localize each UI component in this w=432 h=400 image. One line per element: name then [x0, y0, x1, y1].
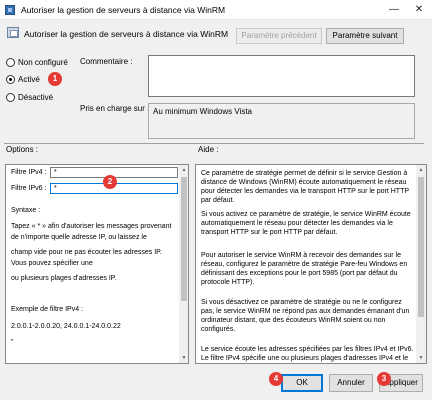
radio-enabled-label: Activé — [18, 75, 40, 84]
annotation-badge-3: 3 — [377, 372, 391, 386]
comment-label: Commentaire : — [80, 57, 133, 66]
help-paragraph: Ce paramètre de stratégie permet de défi… — [201, 170, 409, 204]
setting-title: Autoriser la gestion de serveurs à dista… — [24, 29, 229, 39]
minimize-button[interactable]: — — [382, 0, 406, 20]
scroll-up-icon[interactable]: ▲ — [416, 165, 426, 175]
help-paragraph: Si vous activez ce paramètre de stratégi… — [201, 211, 411, 236]
ipv6-filter-label: Filtre IPv6 : — [11, 185, 47, 192]
ipv4-filter-label: Filtre IPv4 : — [11, 169, 47, 176]
options-text-line: Tapez « * » afin d'autoriser les message… — [11, 223, 172, 230]
help-panel: Ce paramètre de stratégie permet de défi… — [195, 164, 427, 364]
annotation-badge-4: 4 — [269, 372, 283, 386]
radio-disabled[interactable]: Désactivé — [6, 92, 66, 104]
supported-on-label: Pris en charge sur : — [80, 104, 150, 113]
ok-button[interactable]: OK — [281, 374, 323, 392]
radio-not-configured-label: Non configuré — [18, 58, 68, 67]
options-text-line: " — [11, 339, 14, 346]
next-setting-button[interactable]: Paramètre suivant — [326, 28, 404, 44]
scroll-down-icon[interactable]: ▼ — [416, 353, 426, 363]
supported-on-value: Au minimum Windows Vista — [148, 103, 415, 139]
options-text-line: Exemple de filtre IPv4 : — [11, 306, 83, 313]
help-label: Aide : — [198, 145, 219, 154]
comment-field[interactable] — [148, 55, 415, 97]
help-scrollbar[interactable]: ▲ ▼ — [416, 165, 426, 363]
radio-not-configured-circle[interactable] — [6, 58, 15, 67]
options-scroll-thumb[interactable] — [181, 177, 187, 301]
window-title: Autoriser la gestion de serveurs à dista… — [21, 5, 226, 15]
annotation-badge-1: 1 — [48, 72, 62, 86]
cancel-button[interactable]: Annuler — [329, 374, 373, 392]
options-text-line: de n'importe quelle adresse IP, ou laiss… — [11, 234, 147, 241]
section-divider — [4, 143, 424, 144]
options-text-line: 2.0.0.1-2.0.0.20, 24.0.0.1-24.0.0.22 — [11, 323, 121, 330]
options-text-line: Syntaxe : — [11, 207, 41, 214]
close-button[interactable]: ✕ — [407, 0, 431, 20]
help-paragraph: Pour autoriser le service WinRM à recevo… — [201, 252, 408, 286]
options-text-line: champ vide pour ne pas écouter les adres… — [11, 249, 162, 256]
radio-disabled-label: Désactivé — [18, 93, 54, 102]
options-label: Options : — [6, 145, 39, 154]
previous-setting-button[interactable]: Paramètre précédent — [236, 28, 322, 44]
options-scrollbar[interactable]: ▲ ▼ — [179, 165, 188, 363]
help-paragraph: Le service écoute les adresses spécifiée… — [201, 346, 414, 362]
options-text-line: Vous pouvez spécifier une — [11, 260, 93, 267]
radio-enabled-circle[interactable] — [6, 75, 15, 84]
annotation-badge-2: 2 — [103, 175, 117, 189]
options-panel: Filtre IPv4 : * Filtre IPv6 : * Syntaxe … — [5, 164, 189, 364]
help-paragraph: Si vous désactivez ce paramètre de strat… — [201, 299, 410, 333]
options-text-line: ou plusieurs plages d'adresses IP. — [11, 275, 117, 282]
group-policy-icon — [5, 5, 15, 15]
scroll-up-icon[interactable]: ▲ — [179, 165, 188, 175]
scroll-down-icon[interactable]: ▼ — [179, 353, 188, 363]
setting-icon — [7, 27, 19, 38]
help-scroll-thumb[interactable] — [418, 177, 424, 317]
radio-not-configured[interactable]: Non configuré — [6, 57, 86, 69]
radio-disabled-circle[interactable] — [6, 93, 15, 102]
title-bar: Autoriser la gestion de serveurs à dista… — [0, 0, 432, 20]
